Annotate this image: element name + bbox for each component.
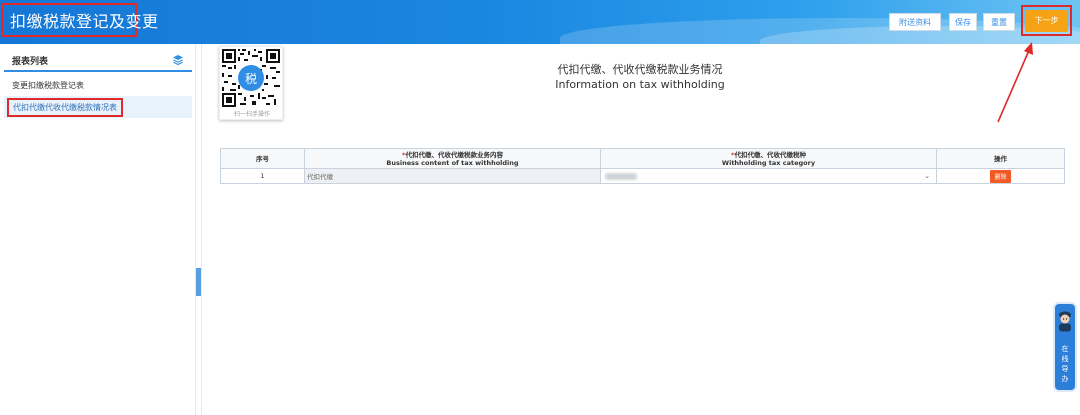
row-operation: 删除 — [936, 168, 1065, 184]
divider — [201, 44, 202, 415]
sidebar-item-withholding-report[interactable]: 代扣代缴代收代缴税款情况表 — [4, 96, 192, 118]
layers-icon[interactable] — [172, 54, 184, 66]
sidebar-header: 报表列表 — [4, 50, 192, 72]
table-header-row: 序号 *代扣代缴、代收代缴税款业务内容 Business content of … — [220, 148, 1065, 169]
form-title: 代扣代缴、代收代缴税款业务情况 Information on tax withh… — [490, 62, 790, 92]
assistant-avatar-icon — [1059, 311, 1071, 332]
table-row: 1 代扣代缴 ⌄ 删除 — [220, 168, 1065, 184]
sidebar: 报表列表 变更扣缴税款登记表 代扣代缴代收代缴税款情况表 — [0, 44, 196, 415]
withholding-table: 序号 *代扣代缴、代收代缴税款业务内容 Business content of … — [220, 148, 1065, 184]
qr-code-icon: 税 — [222, 49, 280, 107]
online-help-widget[interactable]: 在线导办 — [1053, 302, 1077, 392]
business-content-field: 代扣代缴 — [304, 168, 601, 184]
annotation-arrow-icon — [997, 42, 1033, 123]
blurred-selected-value — [605, 173, 637, 180]
sidebar-item-label: 代扣代缴代收代缴税款情况表 — [7, 97, 123, 117]
top-header: 扣缴税款登记及变更 附送资料 保存 重置 下一步 — [0, 0, 1080, 44]
online-help-label: 在线导办 — [1061, 345, 1069, 383]
qr-code-card[interactable]: 税 扫一扫手操作 — [219, 46, 283, 120]
header-business-content: *代扣代缴、代收代缴税款业务内容 Business content of tax… — [304, 148, 601, 169]
form-title-cn: 代扣代缴、代收代缴税款业务情况 — [557, 63, 723, 76]
next-button-highlight: 下一步 — [1021, 5, 1072, 36]
sidebar-heading: 报表列表 — [12, 56, 49, 67]
next-step-button[interactable]: 下一步 — [1025, 9, 1068, 32]
tax-category-select[interactable]: ⌄ — [600, 168, 937, 184]
form-title-en: Information on tax withholding — [555, 78, 725, 91]
chevron-down-icon: ⌄ — [924, 172, 930, 180]
header-index: 序号 — [220, 148, 305, 169]
sidebar-item-label: 变更扣缴税款登记表 — [12, 80, 84, 90]
header-operation: 操作 — [936, 148, 1065, 169]
row-index: 1 — [220, 168, 305, 184]
svg-text:税: 税 — [245, 72, 257, 86]
attach-materials-button[interactable]: 附送资料 — [889, 13, 941, 31]
app-title: 扣缴税款登记及变更 — [10, 12, 159, 31]
reset-button[interactable]: 重置 — [983, 13, 1015, 31]
sidebar-item-change-registration[interactable]: 变更扣缴税款登记表 — [4, 74, 192, 96]
qr-caption: 扫一扫手操作 — [233, 111, 270, 118]
header-tax-category: *代扣代缴、代收代缴税种 Withholding tax category — [600, 148, 937, 169]
save-button[interactable]: 保存 — [949, 13, 977, 31]
delete-row-button[interactable]: 删除 — [990, 169, 1011, 183]
page-title-box: 扣缴税款登记及变更 — [1, 3, 158, 37]
